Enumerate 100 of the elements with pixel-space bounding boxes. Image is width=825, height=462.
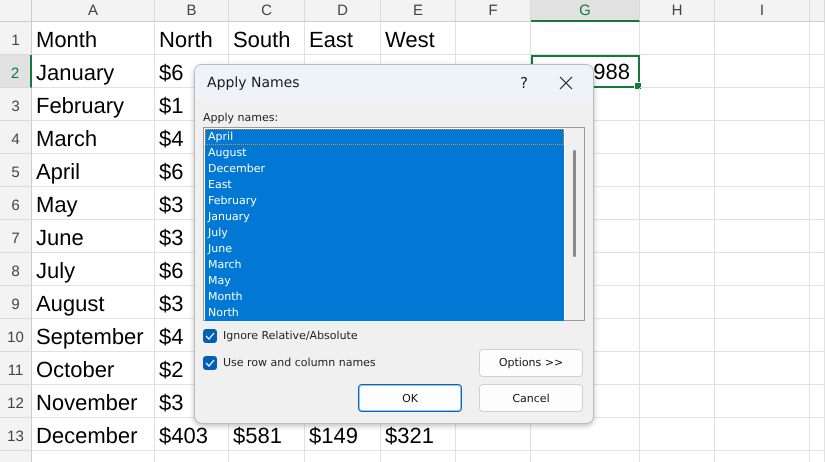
column-header[interactable]: I bbox=[715, 0, 810, 22]
row-header[interactable]: 6 bbox=[0, 187, 32, 220]
table-cell[interactable] bbox=[810, 121, 825, 154]
table-cell[interactable] bbox=[640, 253, 715, 286]
list-item[interactable]: April bbox=[205, 129, 564, 145]
column-header[interactable]: D bbox=[305, 0, 381, 22]
table-cell[interactable] bbox=[531, 22, 640, 55]
scrollbar-thumb[interactable] bbox=[573, 150, 576, 257]
table-cell[interactable] bbox=[810, 286, 825, 319]
table-cell[interactable] bbox=[640, 286, 715, 319]
select-all-corner[interactable] bbox=[0, 0, 32, 22]
table-cell[interactable] bbox=[715, 319, 810, 352]
table-cell[interactable]: June bbox=[32, 220, 155, 253]
table-cell[interactable] bbox=[715, 22, 810, 55]
row-header[interactable]: 5 bbox=[0, 154, 32, 187]
table-cell[interactable] bbox=[715, 286, 810, 319]
table-cell[interactable] bbox=[810, 187, 825, 220]
table-cell[interactable] bbox=[715, 352, 810, 385]
table-cell[interactable] bbox=[715, 385, 810, 418]
table-cell[interactable] bbox=[715, 121, 810, 154]
table-cell[interactable]: December bbox=[32, 418, 155, 451]
row-header[interactable]: 8 bbox=[0, 253, 32, 286]
table-cell[interactable]: May bbox=[32, 187, 155, 220]
column-header[interactable]: G bbox=[531, 0, 640, 22]
table-cell[interactable] bbox=[810, 385, 825, 418]
table-cell[interactable]: Month bbox=[32, 22, 155, 55]
list-item[interactable]: June bbox=[205, 241, 564, 257]
table-cell[interactable] bbox=[640, 418, 715, 451]
row-header[interactable]: 7 bbox=[0, 220, 32, 253]
table-cell[interactable] bbox=[715, 220, 810, 253]
row-header[interactable]: 11 bbox=[0, 352, 32, 385]
list-item[interactable]: January bbox=[205, 209, 564, 225]
table-cell[interactable]: February bbox=[32, 88, 155, 121]
table-cell[interactable] bbox=[640, 319, 715, 352]
column-header[interactable]: B bbox=[155, 0, 229, 22]
row-header[interactable]: 10 bbox=[0, 319, 32, 352]
table-cell[interactable] bbox=[715, 187, 810, 220]
table-cell[interactable]: August bbox=[32, 286, 155, 319]
table-cell[interactable] bbox=[640, 121, 715, 154]
table-cell[interactable] bbox=[810, 22, 825, 55]
table-cell[interactable] bbox=[456, 22, 531, 55]
list-item[interactable]: North bbox=[205, 305, 564, 321]
table-cell[interactable] bbox=[640, 55, 715, 88]
table-cell[interactable] bbox=[640, 187, 715, 220]
ok-button[interactable]: OK bbox=[358, 384, 462, 412]
table-cell[interactable] bbox=[640, 385, 715, 418]
table-cell[interactable] bbox=[640, 154, 715, 187]
list-item[interactable]: August bbox=[205, 145, 564, 161]
table-cell[interactable] bbox=[810, 220, 825, 253]
table-cell[interactable]: West bbox=[381, 22, 456, 55]
table-cell[interactable]: South bbox=[229, 22, 305, 55]
column-header[interactable]: E bbox=[381, 0, 456, 22]
table-cell[interactable] bbox=[810, 352, 825, 385]
table-cell[interactable]: April bbox=[32, 154, 155, 187]
list-item[interactable]: March bbox=[205, 257, 564, 273]
help-button[interactable]: ? bbox=[509, 68, 539, 98]
column-header[interactable]: H bbox=[640, 0, 715, 22]
table-cell[interactable]: North bbox=[155, 22, 229, 55]
column-header[interactable]: F bbox=[456, 0, 531, 22]
column-header[interactable] bbox=[810, 0, 825, 22]
table-cell[interactable]: September bbox=[32, 319, 155, 352]
row-header[interactable]: 12 bbox=[0, 385, 32, 418]
table-cell[interactable]: October bbox=[32, 352, 155, 385]
table-cell[interactable] bbox=[715, 88, 810, 121]
names-listbox[interactable]: April August December East February January July June March May Month North bbox=[203, 127, 585, 321]
list-item[interactable]: July bbox=[205, 225, 564, 241]
table-cell[interactable] bbox=[810, 55, 825, 88]
table-cell[interactable]: July bbox=[32, 253, 155, 286]
checkbox[interactable] bbox=[203, 356, 217, 370]
table-cell[interactable] bbox=[810, 418, 825, 451]
list-item[interactable]: May bbox=[205, 273, 564, 289]
table-cell[interactable] bbox=[810, 253, 825, 286]
row-header[interactable]: 2 bbox=[0, 55, 32, 88]
row-header[interactable]: 9 bbox=[0, 286, 32, 319]
row-header[interactable]: 4 bbox=[0, 121, 32, 154]
cancel-button[interactable]: Cancel bbox=[479, 384, 583, 412]
list-item[interactable]: Month bbox=[205, 289, 564, 305]
table-cell[interactable] bbox=[810, 319, 825, 352]
table-cell[interactable] bbox=[715, 154, 810, 187]
table-cell[interactable] bbox=[715, 418, 810, 451]
table-cell[interactable] bbox=[640, 220, 715, 253]
table-cell[interactable]: November bbox=[32, 385, 155, 418]
table-cell[interactable] bbox=[715, 253, 810, 286]
scrollbar[interactable] bbox=[565, 128, 584, 320]
fill-handle[interactable] bbox=[634, 82, 642, 90]
table-cell[interactable]: March bbox=[32, 121, 155, 154]
options-button[interactable]: Options >> bbox=[479, 348, 583, 376]
table-cell[interactable] bbox=[810, 154, 825, 187]
table-cell[interactable] bbox=[640, 352, 715, 385]
table-cell[interactable]: East bbox=[305, 22, 381, 55]
table-cell[interactable] bbox=[640, 22, 715, 55]
row-header[interactable]: 13 bbox=[0, 418, 32, 451]
table-cell[interactable]: January bbox=[32, 55, 155, 88]
list-item[interactable]: December bbox=[205, 161, 564, 177]
row-header[interactable]: 3 bbox=[0, 88, 32, 121]
list-item[interactable]: East bbox=[205, 177, 564, 193]
checkbox[interactable] bbox=[203, 328, 217, 342]
column-header[interactable]: C bbox=[229, 0, 305, 22]
list-item[interactable]: February bbox=[205, 193, 564, 209]
table-cell[interactable] bbox=[640, 88, 715, 121]
